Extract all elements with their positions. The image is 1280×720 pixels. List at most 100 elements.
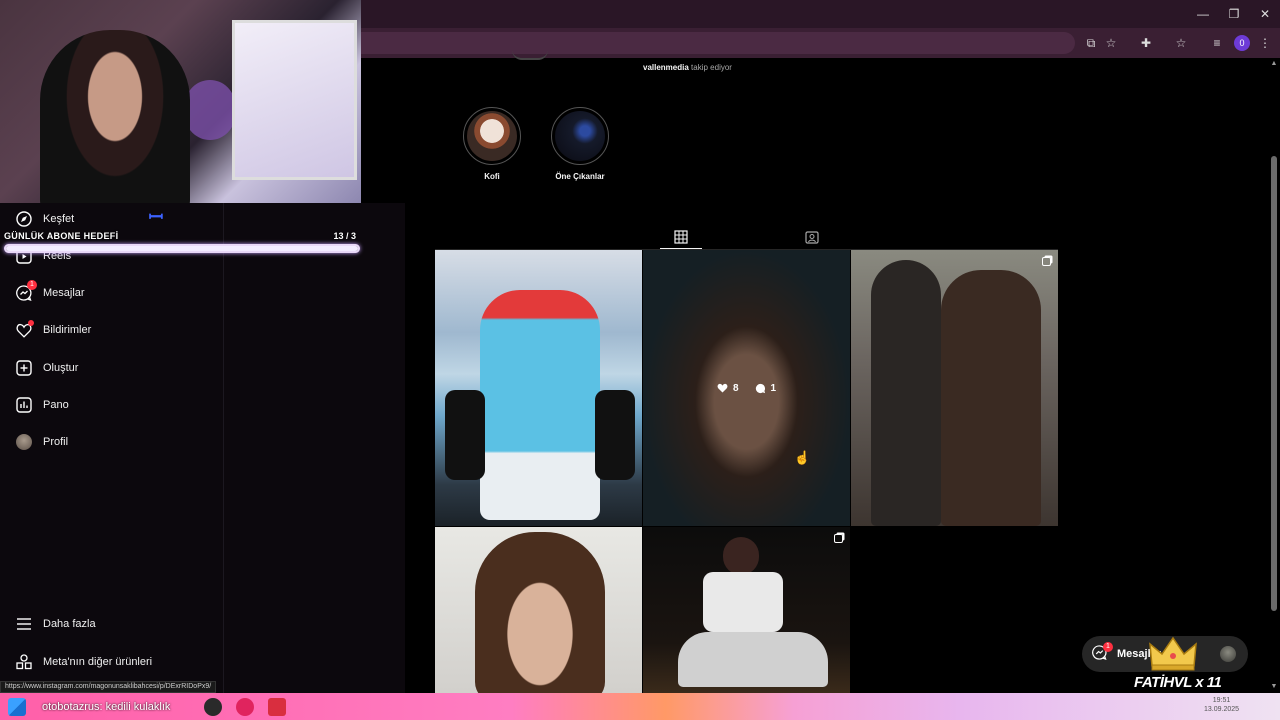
- media-controls-icon[interactable]: ≡: [1208, 34, 1226, 52]
- heart-filled-icon: [717, 383, 728, 393]
- goal-progress-bar: [4, 244, 360, 253]
- notification-dot: [28, 320, 34, 326]
- sidebar-item-label: Pano: [43, 399, 69, 411]
- profile-avatar-edge: [512, 50, 548, 60]
- sidebar-item-bildirimler[interactable]: Bildirimler: [15, 318, 91, 342]
- unread-badge: 1: [27, 280, 37, 290]
- post-hover-overlay: 8 1: [643, 250, 850, 526]
- browser-menu-icon[interactable]: ⋮: [1256, 34, 1274, 52]
- highlight-label: Kofi: [484, 172, 500, 181]
- comment-filled-icon: [755, 383, 765, 393]
- person-face-shape: [475, 532, 605, 693]
- sidebar-item-label: Mesajlar: [43, 287, 85, 299]
- plus-icon: [15, 359, 33, 377]
- start-button[interactable]: [8, 698, 26, 716]
- post-thumbnail[interactable]: [643, 527, 850, 693]
- dashboard-icon: [15, 396, 33, 414]
- favorites-icon[interactable]: ☆: [1172, 34, 1190, 52]
- install-app-icon[interactable]: ⧉: [1082, 34, 1100, 52]
- page-scrollbar[interactable]: ▲ ▼: [1268, 58, 1280, 693]
- tagged-icon: [805, 231, 819, 244]
- sidebar-item-mesajlar[interactable]: 1 Mesajlar: [15, 280, 85, 305]
- taskbar: otobotazrus: kedili kulaklık: [0, 693, 1280, 720]
- status-bar-url: https://www.instagram.com/magonunsakliba…: [0, 681, 217, 693]
- sidebar-item-pano[interactable]: Pano: [15, 393, 69, 417]
- app-taskbar-icon[interactable]: [268, 698, 286, 716]
- menu-icon: [15, 615, 33, 633]
- motorcycle-shape: [678, 632, 828, 687]
- unread-badge: 1: [1103, 642, 1113, 652]
- clock-time: 19:51: [1212, 697, 1231, 704]
- app-taskbar-icon[interactable]: [236, 698, 254, 716]
- scrollbar-thumb[interactable]: [1271, 156, 1277, 611]
- avatar: [1220, 646, 1236, 662]
- sidebar-item-label: Bildirimler: [43, 324, 92, 336]
- sidebar-item-profil[interactable]: Profil: [15, 430, 68, 454]
- webcam-overlay: [0, 0, 361, 203]
- compass-icon: [15, 210, 33, 228]
- person-shape: [941, 270, 1041, 526]
- screen: — ❐ ✕ ⧉ ☆ ✚ ☆ ≡ 0 ⋮ vallenmedia takip ed…: [0, 0, 1280, 720]
- followed-by-user[interactable]: vallenmedia: [643, 63, 689, 72]
- gaming-chair-shape: [185, 80, 235, 140]
- sidebar-item-label: Oluştur: [43, 362, 79, 374]
- sidebar-item-label: Keşfet: [43, 213, 75, 225]
- followed-by: vallenmedia takip ediyor: [643, 63, 732, 72]
- scroll-up-icon[interactable]: ▲: [1270, 60, 1278, 67]
- multiple-photos-icon: [834, 534, 843, 543]
- race-car-shape: [480, 290, 600, 520]
- bookmark-star-icon[interactable]: ☆: [1102, 34, 1120, 52]
- sidebar-item-label: Daha fazla: [43, 618, 96, 630]
- sidebar-divider: [223, 203, 224, 693]
- tab-tagged[interactable]: [791, 225, 833, 249]
- clock-date: 13.09.2025: [1204, 706, 1240, 713]
- tshirt-shape: [703, 572, 783, 632]
- goal-count: 13 / 3: [333, 231, 356, 241]
- minimize-button[interactable]: —: [1188, 4, 1218, 24]
- post-thumbnail[interactable]: [851, 250, 1058, 526]
- apps-icon: [15, 653, 33, 671]
- highlight-cover-image: [467, 111, 517, 161]
- crown-icon: [1149, 636, 1197, 671]
- taskbar-ticker-text: otobotazrus: kedili kulaklık: [42, 701, 171, 713]
- comments-count: 1: [755, 383, 776, 394]
- gift-user-label: FATİHVL x 11: [1134, 674, 1222, 691]
- post-thumbnail[interactable]: [435, 527, 642, 693]
- highlight-one-cikanlar[interactable]: Öne Çıkanlar: [550, 107, 610, 181]
- heart-icon: [15, 320, 34, 339]
- scroll-down-icon[interactable]: ▼: [1270, 683, 1278, 690]
- grid-icon: [674, 229, 688, 244]
- messenger-icon: 1: [15, 280, 37, 302]
- car-wheel: [595, 390, 635, 480]
- restore-button[interactable]: ❐: [1219, 4, 1249, 24]
- car-wheel: [445, 390, 485, 480]
- sidebar-item-olustur[interactable]: Oluştur: [15, 356, 78, 380]
- tab-posts[interactable]: [660, 225, 702, 249]
- chrome-taskbar-icon[interactable]: [204, 698, 222, 716]
- post-thumbnail[interactable]: [435, 250, 642, 526]
- streamer-shape: [40, 30, 190, 203]
- sidebar-item-label: Profil: [43, 436, 69, 448]
- pc-case-shape: [232, 20, 357, 180]
- highlight-cover-image: [555, 111, 605, 161]
- sidebar-item-daha-fazla[interactable]: Daha fazla: [15, 612, 96, 636]
- helmet-shape: [723, 537, 759, 575]
- system-clock[interactable]: 19:51 13.09.2025: [1204, 696, 1239, 714]
- stream-logo-icon: ꟷ: [148, 207, 164, 227]
- goal-progress-fill: [6, 246, 358, 251]
- highlight-label: Öne Çıkanlar: [555, 172, 605, 181]
- extensions-icon[interactable]: ✚: [1137, 34, 1155, 52]
- sidebar-item-kesfet[interactable]: Keşfet: [15, 207, 74, 231]
- sidebar-item-label: Meta'nın diğer ürünleri: [43, 656, 153, 668]
- close-window-button[interactable]: ✕: [1250, 4, 1280, 24]
- multiple-photos-icon: [1042, 257, 1051, 266]
- hand-cursor-icon: ☝: [794, 450, 811, 465]
- highlight-kofi[interactable]: Kofi: [462, 107, 522, 181]
- post-thumbnail[interactable]: 8 1: [643, 250, 850, 526]
- person-shape: [871, 260, 941, 526]
- likes-count: 8: [717, 383, 739, 394]
- profile-avatar-button[interactable]: 0: [1234, 35, 1250, 51]
- subscriber-goal-widget: GÜNLÜK ABONE HEDEFİ 13 / 3: [4, 231, 360, 257]
- sidebar-item-meta-urunleri[interactable]: Meta'nın diğer ürünleri: [15, 650, 152, 674]
- goal-label: GÜNLÜK ABONE HEDEFİ: [4, 231, 119, 241]
